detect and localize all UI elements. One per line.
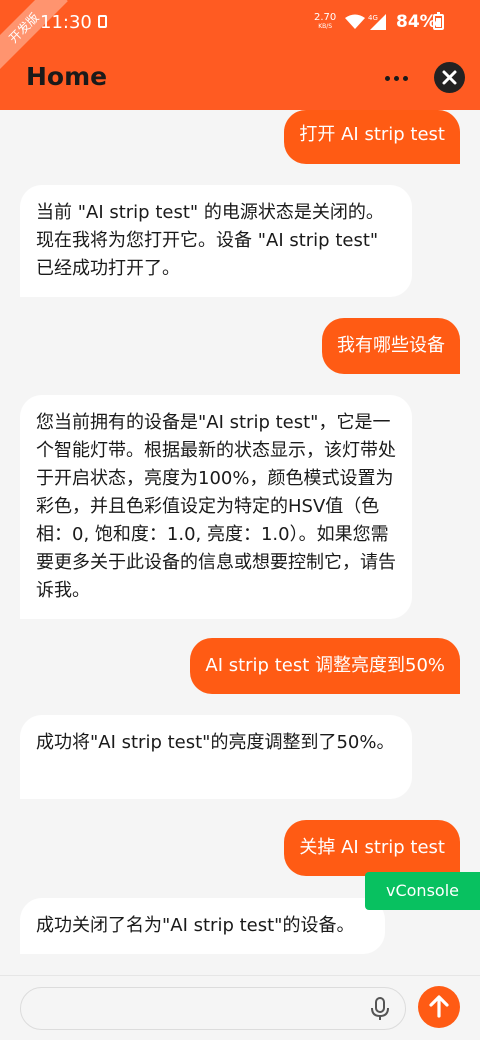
assistant-message: 成功关闭了名为"AI strip test"的设备。 bbox=[20, 898, 385, 954]
assistant-message: 成功将"AI strip test"的亮度调整到了50%。 bbox=[20, 715, 412, 799]
arrow-up-icon bbox=[429, 995, 449, 1018]
user-message: AI strip test 调整亮度到50% bbox=[190, 638, 460, 694]
message-input[interactable] bbox=[20, 987, 406, 1030]
net-speed-unit: KB/S bbox=[318, 23, 333, 30]
battery-percent: 84% bbox=[396, 12, 437, 32]
wifi-icon bbox=[345, 14, 365, 29]
status-bar: 开发版 11:30 2.70 KB/S 4G 84% bbox=[0, 0, 480, 72]
net-speed: 2.70 KB/S bbox=[314, 13, 336, 31]
assistant-message: 当前 "AI strip test" 的电源状态是关闭的。现在我将为您打开它。设… bbox=[20, 185, 412, 297]
mic-icon[interactable] bbox=[368, 996, 392, 1022]
user-message: 关掉 AI strip test bbox=[284, 820, 460, 876]
send-button[interactable] bbox=[418, 986, 460, 1028]
close-button[interactable] bbox=[434, 62, 465, 93]
close-icon bbox=[442, 70, 457, 85]
signal-icon: 4G bbox=[368, 14, 386, 30]
user-message: 我有哪些设备 bbox=[322, 318, 460, 374]
vconsole-button[interactable]: vConsole bbox=[365, 872, 480, 910]
app-header: 开发版 11:30 2.70 KB/S 4G 84% Home bbox=[0, 0, 480, 110]
chat-thread[interactable]: 打开 AI strip test 当前 "AI strip test" 的电源状… bbox=[0, 110, 480, 975]
page-title: Home bbox=[26, 62, 108, 91]
user-message: 打开 AI strip test bbox=[284, 110, 460, 164]
composer bbox=[0, 975, 480, 1040]
sim-icon bbox=[98, 15, 107, 28]
more-icon[interactable] bbox=[382, 64, 410, 92]
network-type: 4G bbox=[368, 14, 378, 22]
status-time: 11:30 bbox=[40, 12, 92, 33]
assistant-message: 您当前拥有的设备是"AI strip test"，它是一个智能灯带。根据最新的状… bbox=[20, 395, 412, 619]
battery-icon bbox=[433, 12, 444, 30]
